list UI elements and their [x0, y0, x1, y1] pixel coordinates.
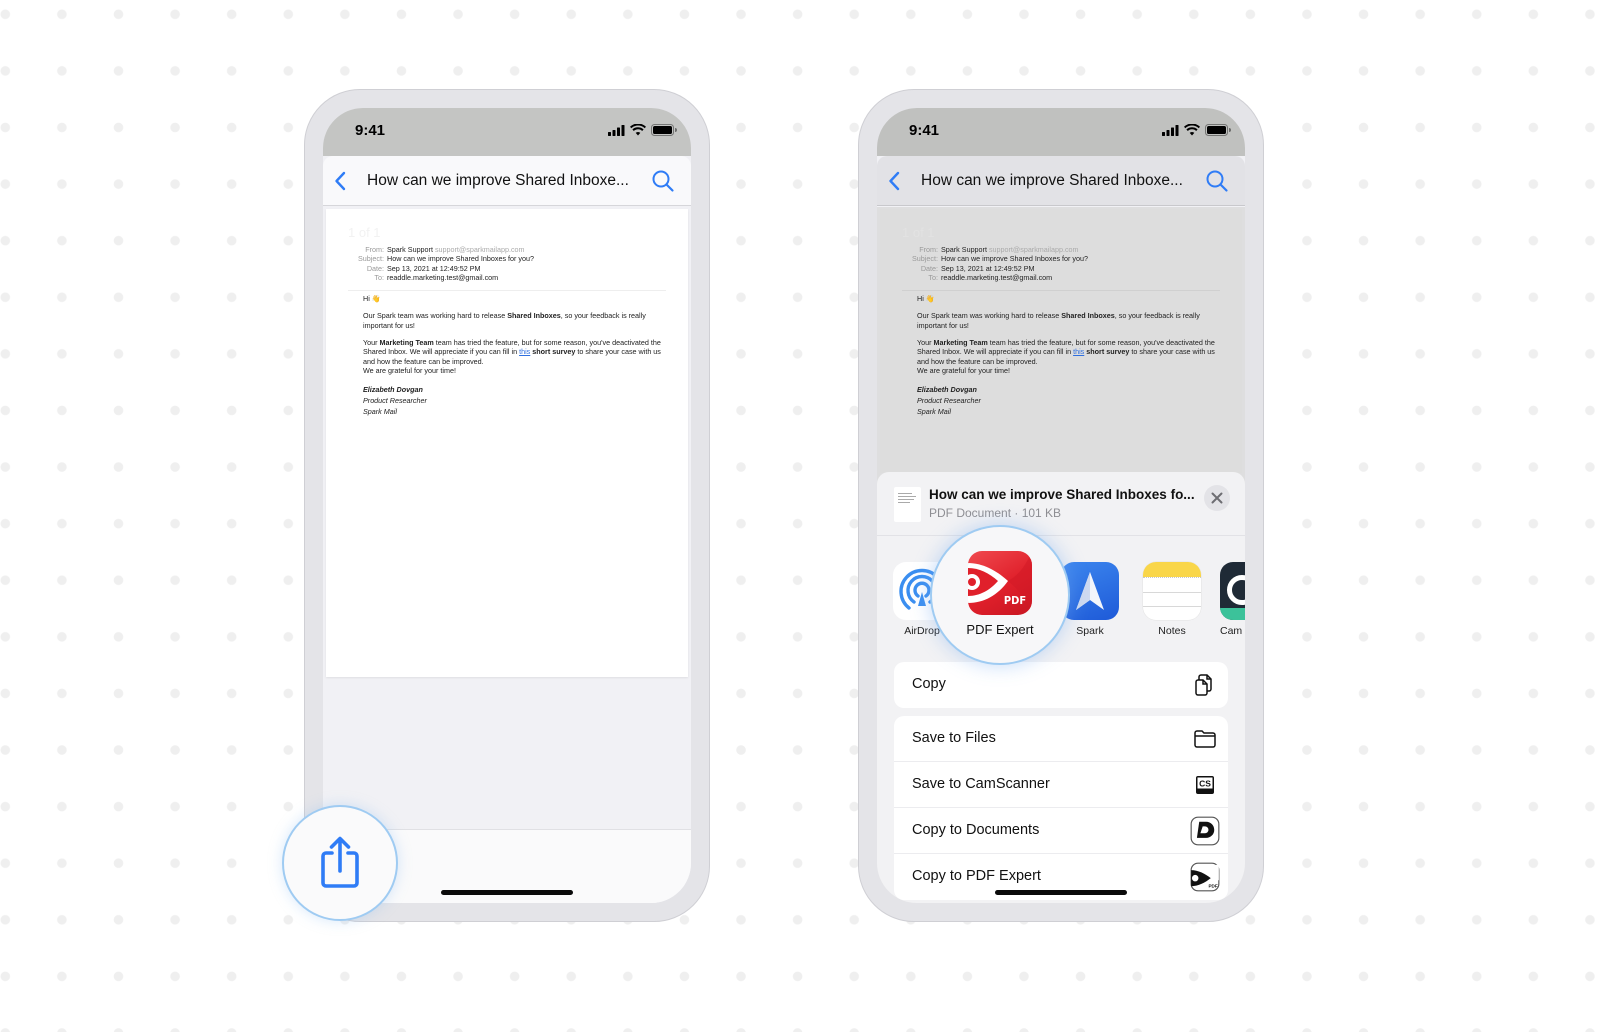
page-counter: 1 of 1 — [348, 225, 381, 240]
signature: Elizabeth Dovgan Product Researcher Spar… — [363, 384, 427, 416]
action-group-copy: Copy — [894, 662, 1228, 708]
pdf-expert-icon: PDF — [1190, 862, 1220, 892]
pdf-page: 1 of 1 From: Spark Support support@sparkm… — [880, 209, 1242, 473]
header-value: How can we improve Shared Inboxes for yo… — [941, 254, 1089, 264]
svg-text:CS: CS — [1199, 779, 1211, 789]
screen: 9:41 How can we improve Shared Inboxe...… — [323, 108, 691, 903]
status-bar: 9:41 — [877, 108, 1245, 156]
status-time: 9:41 — [355, 122, 386, 139]
status-bar: 9:41 — [323, 108, 691, 156]
close-button[interactable] — [1204, 485, 1230, 511]
share-sheet-header: How can we improve Shared Inboxes fo... … — [877, 472, 1245, 536]
battery-icon — [651, 124, 677, 136]
document-title: How can we improve Shared Inboxes fo... — [929, 487, 1195, 502]
header-key: From: — [919, 245, 938, 254]
close-icon — [1211, 492, 1223, 504]
document-viewer: 1 of 1 From: Spark Support support@sparkm… — [323, 207, 691, 903]
app-pdf-expert[interactable]: PDF PDF Expert — [930, 525, 1070, 665]
action-label: Copy to PDF Expert — [912, 868, 1041, 884]
action-label: Save to Files — [912, 730, 996, 746]
action-label: Save to CamScanner — [912, 776, 1050, 792]
home-indicator — [441, 890, 573, 895]
search-icon[interactable] — [651, 169, 675, 193]
paragraph: Your Marketing Team team has tried the f… — [917, 338, 1215, 376]
app-label: Notes — [1158, 625, 1186, 637]
status-time: 9:41 — [909, 122, 940, 139]
header-key: Subject: — [912, 254, 938, 264]
svg-text:PDF: PDF — [1208, 883, 1217, 888]
screen: 9:41 How can we improve Shared Inboxe...… — [877, 108, 1245, 903]
email-body: Hi 👋 Our Spark team was working hard to … — [363, 294, 662, 417]
header-value: readdle.marketing.test@gmail.com — [387, 272, 499, 282]
email-body: Hi 👋 Our Spark team was working hard to … — [917, 294, 1216, 417]
wifi-icon — [1184, 124, 1200, 136]
survey-link[interactable]: this — [1073, 347, 1084, 356]
nav-title: How can we improve Shared Inboxe... — [921, 172, 1183, 189]
action-group-files: Save to Files Save to CamScanner CS Copy… — [894, 716, 1228, 900]
phone-mockup-share-sheet: 9:41 How can we improve Shared Inboxe...… — [858, 89, 1264, 922]
svg-text:PDF: PDF — [1004, 594, 1026, 607]
home-indicator — [995, 890, 1127, 895]
app-label: PDF Expert — [966, 622, 1034, 637]
header-value: Spark Support support@sparkmailapp.com — [941, 245, 1079, 254]
survey-link[interactable]: this — [519, 347, 530, 356]
divider — [902, 290, 1220, 291]
battery-icon — [1205, 124, 1231, 136]
action-copy-to-documents[interactable]: Copy to Documents — [894, 808, 1228, 854]
share-icon — [321, 836, 359, 888]
notes-icon — [1143, 562, 1201, 620]
navigation-bar: How can we improve Shared Inboxe... — [877, 156, 1245, 206]
header-value: Sep 13, 2021 at 12:49:52 PM — [941, 263, 1035, 273]
document-thumbnail — [894, 487, 921, 522]
signature: Elizabeth Dovgan Product Researcher Spar… — [917, 384, 981, 416]
app-notes[interactable]: Notes — [1137, 562, 1207, 637]
back-chevron-icon[interactable] — [887, 169, 903, 193]
header-key: Date: — [366, 263, 384, 273]
pdf-expert-icon: PDF — [968, 551, 1032, 615]
header-key: From: — [365, 245, 384, 254]
header-value: How can we improve Shared Inboxes for yo… — [387, 254, 535, 264]
action-save-to-files[interactable]: Save to Files — [894, 716, 1228, 762]
share-button[interactable] — [282, 805, 398, 921]
header-key: To: — [928, 272, 938, 282]
nav-title: How can we improve Shared Inboxe... — [367, 172, 629, 189]
greeting: Hi 👋 — [917, 294, 935, 303]
share-sheet: How can we improve Shared Inboxes fo... … — [877, 472, 1245, 903]
email-headers: From: Spark Support support@sparkmailapp.… — [880, 245, 1242, 282]
header-key: Date: — [920, 263, 938, 273]
header-value: Sep 13, 2021 at 12:49:52 PM — [387, 263, 481, 273]
email-headers: From: Spark Support support@sparkmailapp.… — [326, 245, 688, 282]
header-key: To: — [374, 272, 384, 282]
search-icon[interactable] — [1205, 169, 1229, 193]
documents-icon — [1190, 816, 1220, 846]
action-save-to-camscanner[interactable]: Save to CamScanner CS — [894, 762, 1228, 808]
folder-icon — [1194, 730, 1216, 748]
back-chevron-icon[interactable] — [333, 169, 349, 193]
header-key: Subject: — [358, 254, 384, 264]
signal-icon — [1162, 124, 1179, 136]
document-meta: PDF Document · 101 KB — [929, 506, 1062, 520]
action-label: Copy — [912, 676, 946, 692]
wifi-icon — [630, 124, 646, 136]
paragraph: Your Marketing Team team has tried the f… — [363, 338, 661, 376]
copy-icon — [1195, 674, 1212, 696]
navigation-bar: How can we improve Shared Inboxe... — [323, 156, 691, 206]
phone-mockup-email-view: 9:41 How can we improve Shared Inboxe...… — [304, 89, 710, 922]
signal-icon — [608, 124, 625, 136]
app-label: Cam — [1220, 625, 1243, 637]
paragraph: Our Spark team was working hard to relea… — [363, 311, 646, 330]
app-camscanner[interactable]: Cam — [1220, 562, 1245, 637]
pdf-page: 1 of 1 From: Spark Support support@sparkm… — [326, 209, 688, 677]
camscanner-icon: CS — [1196, 776, 1214, 794]
page-counter: 1 of 1 — [902, 225, 935, 240]
header-value: readdle.marketing.test@gmail.com — [941, 272, 1053, 282]
header-value: Spark Support support@sparkmailapp.com — [387, 245, 525, 254]
action-label: Copy to Documents — [912, 822, 1040, 838]
camscanner-icon — [1220, 562, 1245, 620]
greeting: Hi 👋 — [363, 294, 381, 303]
divider — [348, 290, 666, 291]
action-copy[interactable]: Copy — [894, 662, 1228, 708]
paragraph: Our Spark team was working hard to relea… — [917, 311, 1200, 330]
